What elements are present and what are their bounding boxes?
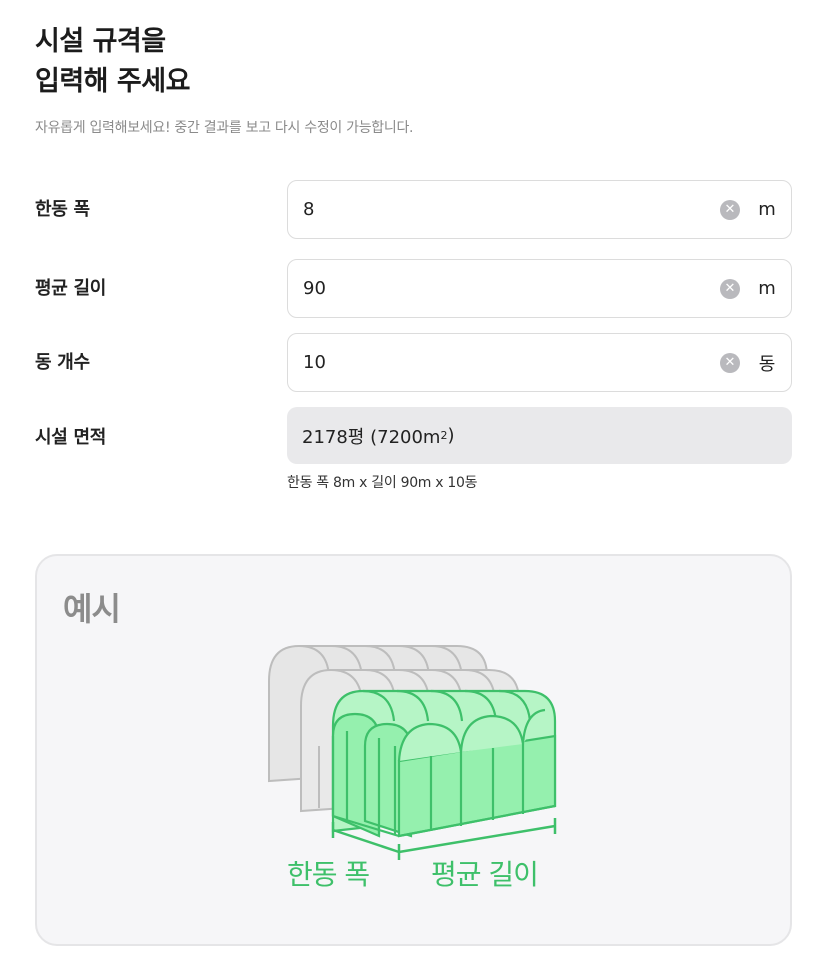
greenhouse-illustration bbox=[268, 645, 557, 860]
page-subtitle: 자유롭게 입력해보세요! 중간 결과를 보고 다시 수정이 가능합니다. bbox=[35, 120, 414, 136]
clear-icon[interactable]: ✕ bbox=[720, 199, 740, 220]
page-title: 시설 규격을 입력해 주세요 bbox=[35, 22, 190, 102]
area-formula-note: 한동 폭 8m x 길이 90m x 10동 bbox=[287, 475, 478, 491]
highlight-greenhouse bbox=[331, 689, 557, 838]
count-unit: 동 bbox=[758, 353, 776, 375]
area-value-suffix: ) bbox=[447, 425, 455, 446]
length-input[interactable] bbox=[303, 278, 720, 299]
example-card: 예시 한동 폭 평균 길이 bbox=[35, 554, 792, 946]
width-input[interactable] bbox=[303, 199, 720, 220]
area-value: 2178평 (7200m 2) bbox=[287, 407, 792, 464]
length-field: ✕ m bbox=[287, 259, 792, 318]
width-unit: m bbox=[758, 199, 776, 220]
count-input[interactable] bbox=[303, 352, 720, 373]
clear-icon[interactable]: ✕ bbox=[720, 352, 740, 373]
length-unit: m bbox=[758, 278, 776, 299]
length-dimension-label: 평균 길이 bbox=[431, 858, 539, 891]
title-line-1: 시설 규격을 bbox=[35, 26, 166, 57]
width-field: ✕ m bbox=[287, 180, 792, 239]
width-dimension-label: 한동 폭 bbox=[287, 858, 370, 891]
clear-icon[interactable]: ✕ bbox=[720, 278, 740, 299]
length-label: 평균 길이 bbox=[35, 278, 107, 299]
count-field: ✕ 동 bbox=[287, 333, 792, 392]
count-label: 동 개수 bbox=[35, 352, 90, 373]
area-label: 시설 면적 bbox=[35, 427, 107, 448]
area-value-main: 2178평 (7200m bbox=[302, 426, 441, 448]
width-label: 한동 폭 bbox=[35, 199, 90, 220]
title-line-2: 입력해 주세요 bbox=[35, 66, 190, 97]
area-value-sup: 2 bbox=[440, 429, 448, 442]
